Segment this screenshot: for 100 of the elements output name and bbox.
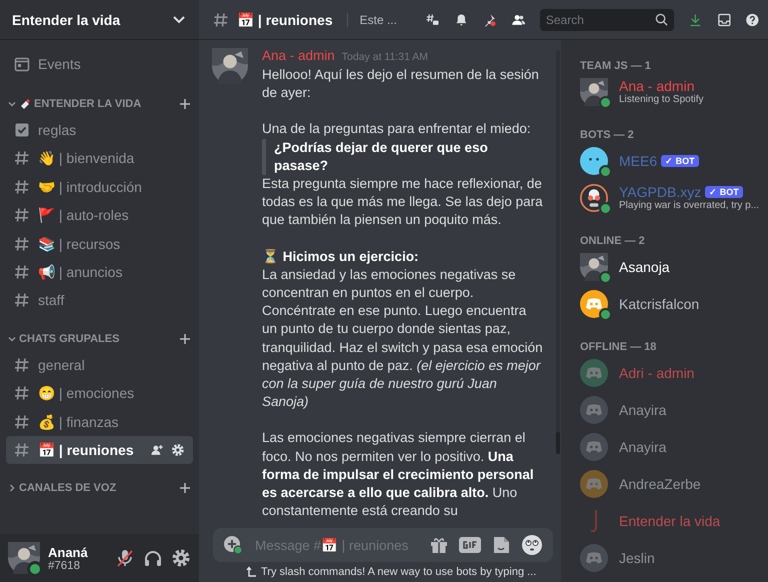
category-label[interactable]: CANALES DE VOZ bbox=[19, 482, 176, 494]
gamepad-avatar-icon bbox=[580, 358, 608, 386]
channel-title: 📅 | reuniones bbox=[237, 12, 333, 28]
calendar-icon bbox=[14, 56, 30, 72]
member-item[interactable]: Katcrisfalcon bbox=[580, 285, 760, 322]
chevron-icon[interactable] bbox=[8, 334, 16, 343]
checkbox-icon bbox=[14, 122, 30, 138]
add-icon[interactable] bbox=[223, 535, 243, 555]
slash-commands-hint: Try slash commands! A new way to use bots by typing ... bbox=[261, 566, 536, 578]
channel-item[interactable]: 📅 | reuniones bbox=[6, 436, 193, 464]
category-label[interactable]: ENTENDER LA VIDA bbox=[34, 98, 176, 110]
member-name: AndreaZerbe bbox=[619, 476, 701, 492]
member-name: Asanoja bbox=[619, 258, 670, 274]
member-name: Anayira bbox=[619, 438, 666, 454]
member-name: MEE6 bbox=[619, 152, 658, 168]
channel-item[interactable]: staff bbox=[6, 286, 193, 314]
muted-mic-icon[interactable] bbox=[115, 548, 135, 568]
member-name: YAGPDB.xyz bbox=[619, 184, 702, 200]
gamepad-avatar-icon bbox=[580, 290, 608, 318]
member-item[interactable]: YAGPDB.xyz ✓ BOT Playing war is overrated, try p... bbox=[580, 179, 760, 216]
category-label[interactable]: CHATS GRUPALES bbox=[19, 332, 176, 345]
hash-icon bbox=[14, 356, 30, 373]
member-item[interactable]: AndreaZerbe bbox=[580, 465, 760, 502]
hash-icon bbox=[14, 207, 30, 224]
message-text: Las emociones negativas siempre cierran el foco. No nos permiten ver lo positivo. Una forma de impulsar el crecimiento personal es acercarse a ello que calibra alto. Uno constantemente está creando su bbox=[262, 429, 535, 520]
hash-icon bbox=[14, 385, 30, 402]
member-name: Katcrisfalcon bbox=[619, 296, 700, 312]
chevron-down-icon[interactable] bbox=[173, 16, 185, 24]
member-item[interactable]: Entender la vida bbox=[580, 502, 760, 539]
member-group-header: OFFLINE — 18 bbox=[580, 341, 656, 353]
hash-icon bbox=[14, 264, 30, 280]
username: Ananá bbox=[48, 544, 89, 560]
gif-icon[interactable] bbox=[459, 536, 481, 554]
member-name: Ana - admin bbox=[619, 78, 694, 94]
channel-item[interactable]: 😁 | emociones bbox=[6, 379, 193, 408]
member-activity: Listening to Spotify bbox=[619, 94, 704, 105]
add-icon[interactable] bbox=[179, 482, 191, 494]
message-text: Una de la preguntas para enfrentar el miedo: bbox=[262, 120, 532, 138]
chevron-icon[interactable] bbox=[8, 484, 16, 492]
hash-icon bbox=[14, 414, 30, 430]
hash-icon bbox=[14, 150, 30, 166]
member-item[interactable]: Jeslin bbox=[580, 539, 760, 576]
bot-tag: ✓ BOT bbox=[661, 154, 699, 166]
channel-item[interactable]: reglas bbox=[6, 116, 193, 144]
reply-arrow-icon bbox=[245, 566, 257, 578]
blob-avatar-icon bbox=[580, 146, 608, 174]
channel-hash-icon bbox=[213, 12, 229, 28]
message-text: ⏳ Hicimos un ejercicio: bbox=[262, 248, 420, 266]
message-text: Hellooo! Aquí les dejo el resumen de la sesión de ayer: bbox=[262, 66, 540, 102]
member-item[interactable]: Adri - admin bbox=[580, 354, 760, 391]
hash-icon bbox=[14, 178, 30, 195]
channel-item[interactable]: 💰 | finanzas bbox=[6, 408, 193, 436]
gamepad-avatar-icon bbox=[580, 544, 608, 572]
channel-item[interactable]: general bbox=[6, 350, 193, 379]
channel-item[interactable]: 📢 | anuncios bbox=[6, 258, 193, 286]
gamepad-avatar-icon bbox=[580, 470, 608, 498]
message-author[interactable]: Ana - admin bbox=[262, 48, 335, 63]
member-name: Anayira bbox=[619, 402, 666, 418]
add-icon[interactable] bbox=[179, 98, 191, 110]
events-link[interactable]: Events bbox=[38, 56, 81, 72]
search-field[interactable]: Search bbox=[540, 8, 674, 30]
hash-icon bbox=[14, 292, 30, 308]
member-group-header: BOTS — 2 bbox=[580, 129, 634, 141]
add-icon[interactable] bbox=[179, 332, 191, 345]
gift-icon[interactable] bbox=[429, 535, 449, 555]
channel-item[interactable]: 🤝 | introducción bbox=[6, 172, 193, 201]
emoji-icon[interactable] bbox=[521, 534, 543, 556]
add-member-icon[interactable] bbox=[150, 442, 164, 457]
member-item[interactable]: Anayira bbox=[580, 428, 760, 465]
user-tag: #7618 bbox=[48, 560, 107, 572]
chevron-icon[interactable] bbox=[8, 100, 16, 108]
member-item[interactable]: Asanoja bbox=[580, 248, 760, 285]
message-text: Esta pregunta siempre me hace reflexionar, de todas es la que más me llega. Se las dejo para que también la piensen un poquito más. bbox=[262, 175, 544, 230]
settings-icon[interactable] bbox=[171, 442, 185, 457]
hash-icon bbox=[14, 442, 30, 458]
member-group-header: TEAM JS — 1 bbox=[580, 60, 651, 72]
bot-tag: ✓ BOT bbox=[705, 186, 743, 198]
channel-item[interactable]: 👋 | bienvenida bbox=[6, 144, 193, 172]
member-item[interactable]: Ana - admin Listening to Spotify bbox=[580, 73, 760, 110]
message-quote: ¿Podrías dejar de querer que eso pasase? bbox=[274, 138, 489, 175]
message-timestamp: Today at 11:31 AM bbox=[342, 51, 428, 63]
gamepad-avatar-icon bbox=[580, 432, 608, 460]
member-activity: Playing war is overrated, try p... bbox=[619, 200, 760, 211]
settings-icon[interactable] bbox=[171, 548, 191, 568]
letter-mark-icon bbox=[590, 508, 598, 532]
channel-item[interactable]: 🚩 | auto-roles bbox=[6, 201, 193, 230]
member-name: Entender la vida bbox=[619, 512, 720, 528]
member-name: Jeslin bbox=[619, 550, 655, 566]
channel-topic[interactable]: Este ... bbox=[346, 12, 397, 26]
search-icon bbox=[654, 13, 668, 26]
message-text: La ansiedad y las emociones negativas se concentran en puntos en el cuerpo. Concéntrate en ese punto. Luego encuentra un punto de tu cuerpo donde sientas paz, tranquilidad. Haz el switch y pasa esa emoción negativa al punto de paz. (el ejercicio es mejor con la super guía de nuestro gurú Juan Sanoja) bbox=[262, 266, 544, 412]
sticker-icon[interactable] bbox=[491, 535, 511, 555]
member-group-header: ONLINE — 2 bbox=[580, 235, 645, 247]
member-item[interactable]: MEE6 ✓ BOT bbox=[580, 142, 760, 179]
hash-icon bbox=[14, 236, 30, 252]
member-name: Adri - admin bbox=[619, 364, 694, 380]
channel-item[interactable]: 📚 | recursos bbox=[6, 230, 193, 258]
headphones-icon[interactable] bbox=[143, 548, 163, 568]
member-item[interactable]: Anayira bbox=[580, 391, 760, 428]
gamepad-avatar-icon bbox=[580, 396, 608, 424]
